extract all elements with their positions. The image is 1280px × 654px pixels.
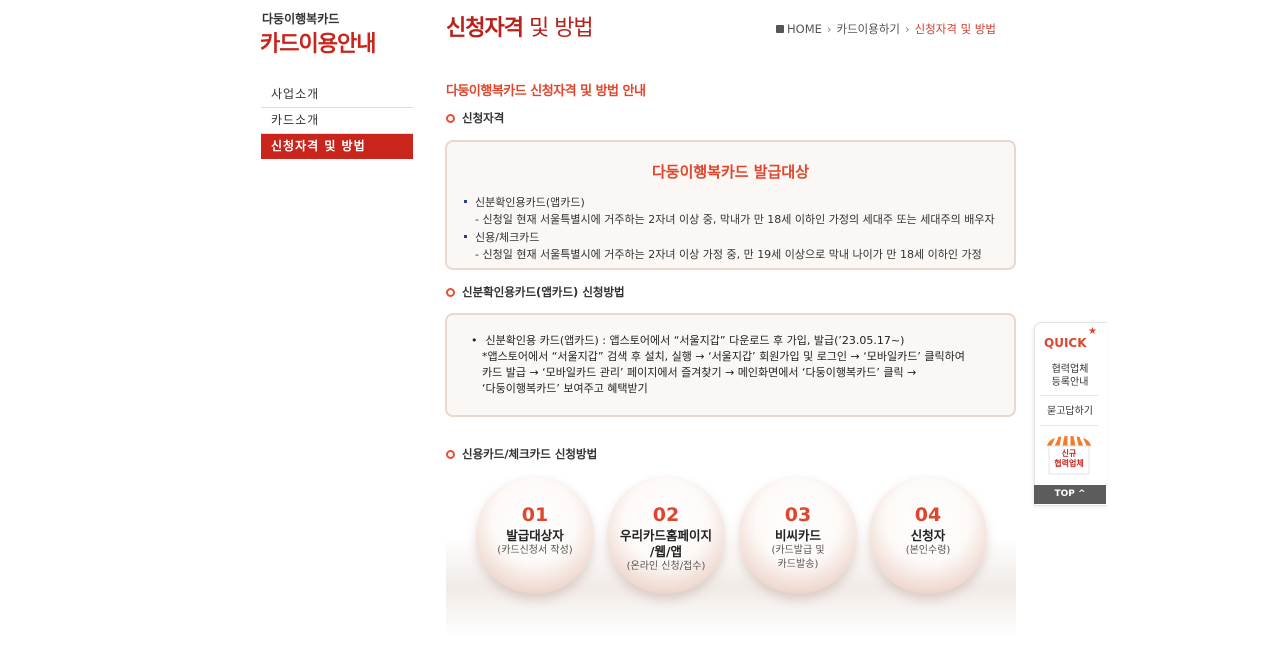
list-item: 신분확인용카드(앱카드)	[464, 194, 1014, 211]
credit-card-heading-text: 신용카드/체크카드 신청방법	[462, 447, 598, 461]
eligibility-box: 다둥이행복카드 발급대상 신분확인용카드(앱카드) - 신청일 현재 서울특별시…	[445, 140, 1016, 270]
list-item-desc: - 신청일 현재 서울특별시에 거주하는 2자녀 이상 가정 중, 만 19세 …	[475, 248, 982, 261]
bullet-square-icon	[464, 235, 467, 238]
page-title-bold: 신청자격	[446, 16, 524, 41]
quick-title: QUICK	[1044, 336, 1087, 350]
step-number: 02	[652, 504, 680, 526]
eligibility-heading-text: 신청자격	[462, 111, 505, 125]
step-subtitle: (카드신청서 작성)	[497, 545, 573, 556]
sidebar-item-business-intro[interactable]: 사업소개	[261, 82, 413, 108]
step-title: /웹/앱	[649, 544, 683, 559]
chevron-right-icon: ›	[826, 22, 832, 36]
step-4-circle: 04 신청자 (본인수령)	[869, 476, 987, 594]
eligibility-list: 신분확인용카드(앱카드) - 신청일 현재 서울특별시에 거주하는 2자녀 이상…	[464, 194, 1014, 263]
brand-subtitle: 다둥이행복카드	[262, 12, 340, 26]
quick-new-label-line: 신규	[1061, 449, 1077, 458]
eligibility-heading: 신청자격	[446, 110, 504, 126]
app-card-line: 카드 발급 → ‘모바일카드 관리’ 페이지에서 즐겨찾기 → 메인화면에서 ‘…	[482, 366, 917, 379]
app-card-box: • 신분확인용 카드(앱카드) : 앱스토어에서 “서울지갑” 다운로드 후 가입…	[445, 313, 1016, 417]
sidebar-item-eligibility[interactable]: 신청자격 및 방법	[261, 134, 413, 159]
credit-card-heading: 신용카드/체크카드 신청방법	[446, 446, 597, 462]
step-title: 신청자	[910, 528, 946, 543]
bullet-dot-icon: •	[471, 334, 478, 347]
step-number: 01	[521, 504, 549, 526]
step-3-circle: 03 비씨카드 (카드발급 및 카드발송)	[739, 476, 857, 594]
app-card-heading: 신분확인용카드(앱카드) 신청방법	[446, 284, 625, 300]
list-item-title: 신분확인용카드(앱카드)	[475, 196, 585, 209]
list-item: 신용/체크카드	[464, 229, 1014, 246]
home-icon	[776, 25, 784, 33]
brand-title: 카드이용안내	[260, 32, 376, 57]
step-title: 우리카드홈페이지	[619, 528, 712, 543]
quick-new-label-line: 협력업체	[1054, 459, 1084, 468]
step-2-circle: 02 우리카드홈페이지 /웹/앱 (온라인 신청/접수)	[607, 476, 725, 594]
app-card-line: ‘다둥이행복카드’ 보여주고 혜택받기	[482, 382, 648, 395]
app-card-line-text: 신분확인용 카드(앱카드) : 앱스토어에서 “서울지갑” 다운로드 후 가입,…	[485, 334, 905, 347]
quick-new-label: 신규 협력업체	[1045, 449, 1093, 469]
bullet-square-icon	[464, 200, 467, 203]
step-subtitle: (온라인 신청/접수)	[626, 561, 706, 572]
quick-link-line: 협력업체	[1051, 364, 1089, 375]
quick-partner-register-link[interactable]: 협력업체 등록안내	[1034, 363, 1106, 389]
step-title: 발급대상자	[506, 528, 564, 543]
divider	[1040, 395, 1098, 396]
page-title: 신청자격 및 방법	[446, 10, 594, 42]
page-title-thin: 및 방법	[522, 16, 594, 41]
list-item-desc: - 신청일 현재 서울특별시에 거주하는 2자녀 이상 중, 막내가 만 18세…	[475, 213, 995, 226]
quick-link-line: 등록안내	[1051, 377, 1089, 388]
step-number: 03	[784, 504, 812, 526]
step-subtitle: (카드발급 및	[771, 545, 825, 556]
breadcrumb: HOME › 카드이용하기 › 신청자격 및 방법	[776, 21, 996, 37]
list-item-title: 신용/체크카드	[475, 231, 540, 244]
eligibility-box-title: 다둥이행복카드 발급대상	[651, 163, 810, 181]
bullet-icon	[446, 450, 455, 459]
quick-new-partner-link[interactable]: 신규 협력업체	[1045, 434, 1093, 476]
top-label: TOP	[1054, 489, 1075, 499]
chevron-up-icon: ^	[1077, 489, 1086, 499]
step-title: 비씨카드	[774, 528, 821, 543]
step-1-circle: 01 발급대상자 (카드신청서 작성)	[476, 476, 594, 594]
breadcrumb-card-use[interactable]: 카드이용하기	[837, 22, 900, 36]
section-title: 다둥이행복카드 신청자격 및 방법 안내	[446, 84, 646, 99]
breadcrumb-home[interactable]: HOME	[787, 22, 822, 36]
divider	[1040, 425, 1098, 426]
bullet-icon	[446, 288, 455, 297]
app-card-line: • 신분확인용 카드(앱카드) : 앱스토어에서 “서울지갑” 다운로드 후 가입…	[471, 333, 1014, 349]
sidebar-item-card-intro[interactable]: 카드소개	[261, 108, 413, 134]
chevron-right-icon: ›	[904, 22, 910, 36]
app-card-steps: • 신분확인용 카드(앱카드) : 앱스토어에서 “서울지갑” 다운로드 후 가입…	[471, 333, 1014, 397]
app-card-line: *앱스토어에서 “서울지갑” 검색 후 설치, 실행 → ‘서울지갑’ 회원가입…	[482, 350, 965, 363]
sidebar-nav: 사업소개 카드소개 신청자격 및 방법	[261, 82, 413, 159]
step-subtitle: 카드발송)	[777, 559, 819, 570]
step-subtitle: (본인수령)	[905, 545, 951, 556]
scroll-top-button[interactable]: TOP ^	[1034, 485, 1106, 504]
quick-qna-link[interactable]: 묻고답하기	[1034, 405, 1106, 418]
star-icon: ★	[1088, 326, 1097, 337]
app-card-heading-text: 신분확인용카드(앱카드) 신청방법	[462, 285, 625, 299]
bullet-icon	[446, 114, 455, 123]
step-number: 04	[914, 504, 942, 526]
breadcrumb-current: 신청자격 및 방법	[914, 22, 996, 36]
